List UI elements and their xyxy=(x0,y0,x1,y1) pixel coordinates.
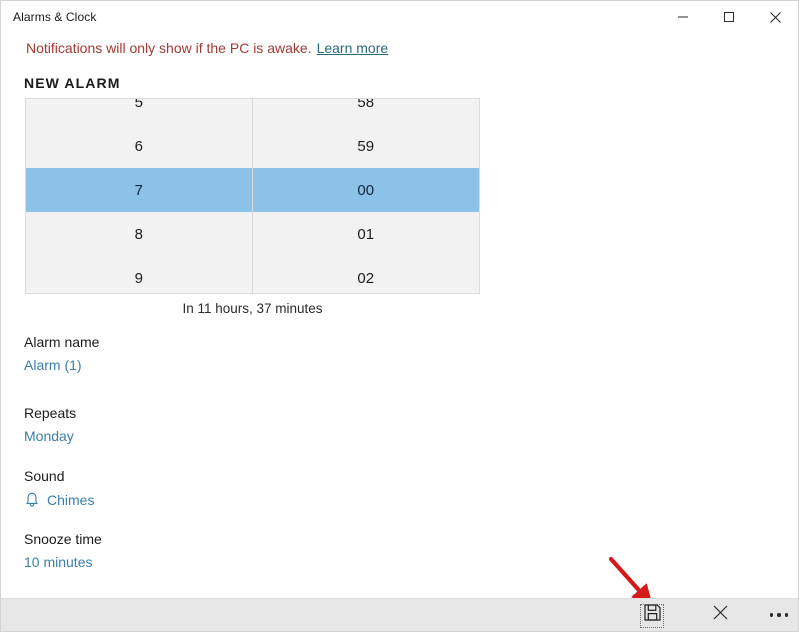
notification-banner: Notifications will only show if the PC i… xyxy=(1,34,798,62)
snooze-time-value[interactable]: 10 minutes xyxy=(24,554,102,570)
minute-list: 58 59 00 01 02 xyxy=(252,99,480,293)
close-icon xyxy=(712,604,729,626)
hour-option[interactable]: 9 xyxy=(26,256,252,293)
minimize-button[interactable] xyxy=(660,1,706,33)
save-icon xyxy=(643,604,661,626)
more-dots-icon xyxy=(769,613,789,617)
hour-option[interactable]: 5 xyxy=(26,99,252,124)
alarm-name-label: Alarm name xyxy=(24,334,100,350)
time-until-alarm-caption: In 11 hours, 37 minutes xyxy=(182,301,323,316)
sound-value-row[interactable]: Chimes xyxy=(24,491,94,509)
alarm-name-value[interactable]: Alarm (1) xyxy=(24,357,99,373)
minute-option[interactable]: 02 xyxy=(253,256,480,293)
bell-icon xyxy=(24,491,40,509)
close-icon xyxy=(769,11,782,24)
repeats-label: Repeats xyxy=(24,405,77,421)
snooze-time-label: Snooze time xyxy=(24,531,102,547)
window-controls xyxy=(660,1,798,33)
hour-picker-column[interactable]: 5 6 7 8 9 xyxy=(26,99,253,293)
hour-option-selected[interactable]: 7 xyxy=(26,168,252,212)
notification-message: Notifications will only show if the PC i… xyxy=(26,40,312,56)
minute-option[interactable]: 01 xyxy=(253,212,480,256)
minute-option-selected[interactable]: 00 xyxy=(252,168,479,212)
alarms-and-clock-window: Alarms & Clock Notifications will only s… xyxy=(0,0,799,632)
cancel-button[interactable] xyxy=(696,599,744,631)
alarm-name-field: Alarm name Alarm (1) xyxy=(24,334,99,373)
minute-picker-column[interactable]: 58 59 00 01 02 xyxy=(252,99,480,293)
hour-list: 5 6 7 8 9 xyxy=(26,99,252,293)
repeats-value[interactable]: Monday xyxy=(24,428,76,444)
learn-more-link[interactable]: Learn more xyxy=(317,40,389,56)
minute-option[interactable]: 59 xyxy=(253,124,480,168)
time-picker[interactable]: 5 6 7 8 9 58 59 00 01 02 xyxy=(25,98,480,294)
minute-option[interactable]: 58 xyxy=(253,99,480,124)
more-options-button[interactable] xyxy=(755,599,798,631)
maximize-button[interactable] xyxy=(706,1,752,33)
maximize-icon xyxy=(723,11,735,23)
snooze-time-field: Snooze time 10 minutes xyxy=(24,531,102,570)
page-title: NEW ALARM xyxy=(24,75,121,91)
title-bar: Alarms & Clock xyxy=(1,1,798,33)
repeats-field: Repeats Monday xyxy=(24,405,76,444)
window-title: Alarms & Clock xyxy=(13,10,97,24)
save-button[interactable] xyxy=(628,599,676,631)
sound-field: Sound Chimes xyxy=(24,468,94,509)
minimize-icon xyxy=(677,11,689,23)
hour-option[interactable]: 8 xyxy=(26,212,252,256)
sound-value: Chimes xyxy=(47,492,95,508)
command-bar xyxy=(1,598,798,631)
close-button[interactable] xyxy=(752,1,798,33)
hour-option[interactable]: 6 xyxy=(26,124,252,168)
sound-label: Sound xyxy=(24,468,65,484)
